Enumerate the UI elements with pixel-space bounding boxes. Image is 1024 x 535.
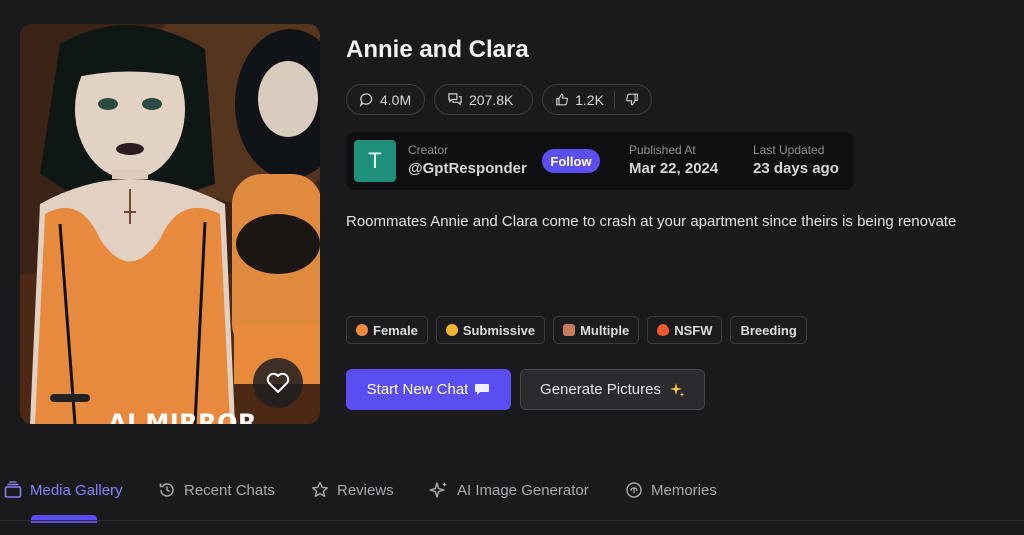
sparkle-icon bbox=[429, 482, 447, 498]
tag-multiple[interactable]: Multiple bbox=[553, 316, 640, 344]
star-icon bbox=[312, 481, 328, 497]
tab-recent-chats[interactable]: Recent Chats bbox=[158, 478, 275, 502]
watermark-logo: AI MIRROR bbox=[108, 409, 258, 424]
follow-button[interactable]: Follow bbox=[542, 149, 600, 173]
start-chat-label: Start New Chat bbox=[366, 381, 469, 398]
thumbs-down-icon[interactable] bbox=[625, 92, 639, 107]
tag-female[interactable]: Female bbox=[346, 316, 428, 344]
history-icon bbox=[159, 483, 174, 497]
creator-label: Creator bbox=[408, 143, 449, 157]
rating-divider bbox=[613, 90, 615, 109]
tab-label: Media Gallery bbox=[30, 481, 123, 499]
creator-avatar[interactable]: T bbox=[354, 140, 396, 182]
female-emoji-icon bbox=[356, 324, 368, 336]
start-new-chat-button[interactable]: Start New Chat bbox=[346, 369, 511, 410]
stats-row: 4.0M 207.8K 1.2K bbox=[346, 84, 652, 115]
tag-label: Submissive bbox=[462, 322, 536, 338]
tag-list: Female Submissive Multiple NSFW Breeding bbox=[346, 316, 807, 344]
tab-label: Reviews bbox=[337, 481, 394, 499]
tag-nsfw[interactable]: NSFW bbox=[647, 316, 723, 344]
fire-icon bbox=[657, 324, 670, 336]
tab-label: Recent Chats bbox=[184, 481, 275, 499]
comment-icon bbox=[359, 93, 373, 107]
speech-bubble-icon bbox=[475, 383, 490, 395]
tag-label: Female bbox=[373, 322, 418, 338]
tab-label: Memories bbox=[651, 481, 717, 499]
chats-stat: 207.8K bbox=[434, 84, 533, 115]
multiple-people-icon bbox=[563, 324, 576, 336]
published-label: Published At bbox=[629, 143, 696, 157]
tag-breeding[interactable]: Breeding bbox=[730, 316, 807, 344]
rating-pill: 1.2K bbox=[542, 84, 652, 115]
heart-icon bbox=[266, 372, 290, 393]
creator-handle[interactable]: @GptResponder bbox=[408, 160, 527, 177]
tag-label: Multiple bbox=[580, 322, 630, 338]
tab-label: AI Image Generator bbox=[457, 481, 589, 499]
tab-bar: Media Gallery Recent Chats Reviews AI Im… bbox=[0, 478, 1024, 523]
generate-pictures-button[interactable]: Generate Pictures bbox=[520, 369, 705, 410]
character-description: Roommates Annie and Clara come to crash … bbox=[346, 213, 957, 230]
thumbs-up-icon[interactable] bbox=[555, 92, 569, 107]
generate-pictures-label: Generate Pictures bbox=[540, 381, 661, 398]
gallery-icon bbox=[4, 481, 22, 498]
published-date: Mar 22, 2024 bbox=[629, 160, 719, 177]
active-tab-indicator bbox=[31, 515, 97, 523]
chats-icon bbox=[448, 93, 462, 106]
tab-reviews[interactable]: Reviews bbox=[311, 478, 394, 502]
creator-card: T Creator @GptResponder Follow Published… bbox=[346, 132, 854, 190]
comments-stat: 4.0M bbox=[346, 84, 425, 115]
tab-ai-image-generator[interactable]: AI Image Generator bbox=[429, 478, 589, 502]
chats-count: 207.8K bbox=[469, 91, 514, 108]
tag-label: Breeding bbox=[740, 322, 797, 338]
character-title: Annie and Clara bbox=[346, 36, 529, 63]
submissive-emoji-icon bbox=[445, 324, 458, 336]
tab-media-gallery[interactable]: Media Gallery bbox=[4, 478, 123, 502]
tag-submissive[interactable]: Submissive bbox=[435, 316, 546, 344]
updated-label: Last Updated bbox=[753, 143, 825, 157]
updated-date: 23 days ago bbox=[753, 160, 839, 177]
favorite-button[interactable] bbox=[253, 358, 303, 408]
likes-count: 1.2K bbox=[575, 91, 604, 108]
comments-count: 4.0M bbox=[380, 91, 412, 108]
tab-divider bbox=[0, 520, 1024, 521]
tab-memories[interactable]: Memories bbox=[625, 478, 717, 502]
tag-label: NSFW bbox=[674, 322, 713, 338]
sparkles-icon bbox=[669, 382, 685, 397]
brain-icon bbox=[626, 482, 642, 498]
